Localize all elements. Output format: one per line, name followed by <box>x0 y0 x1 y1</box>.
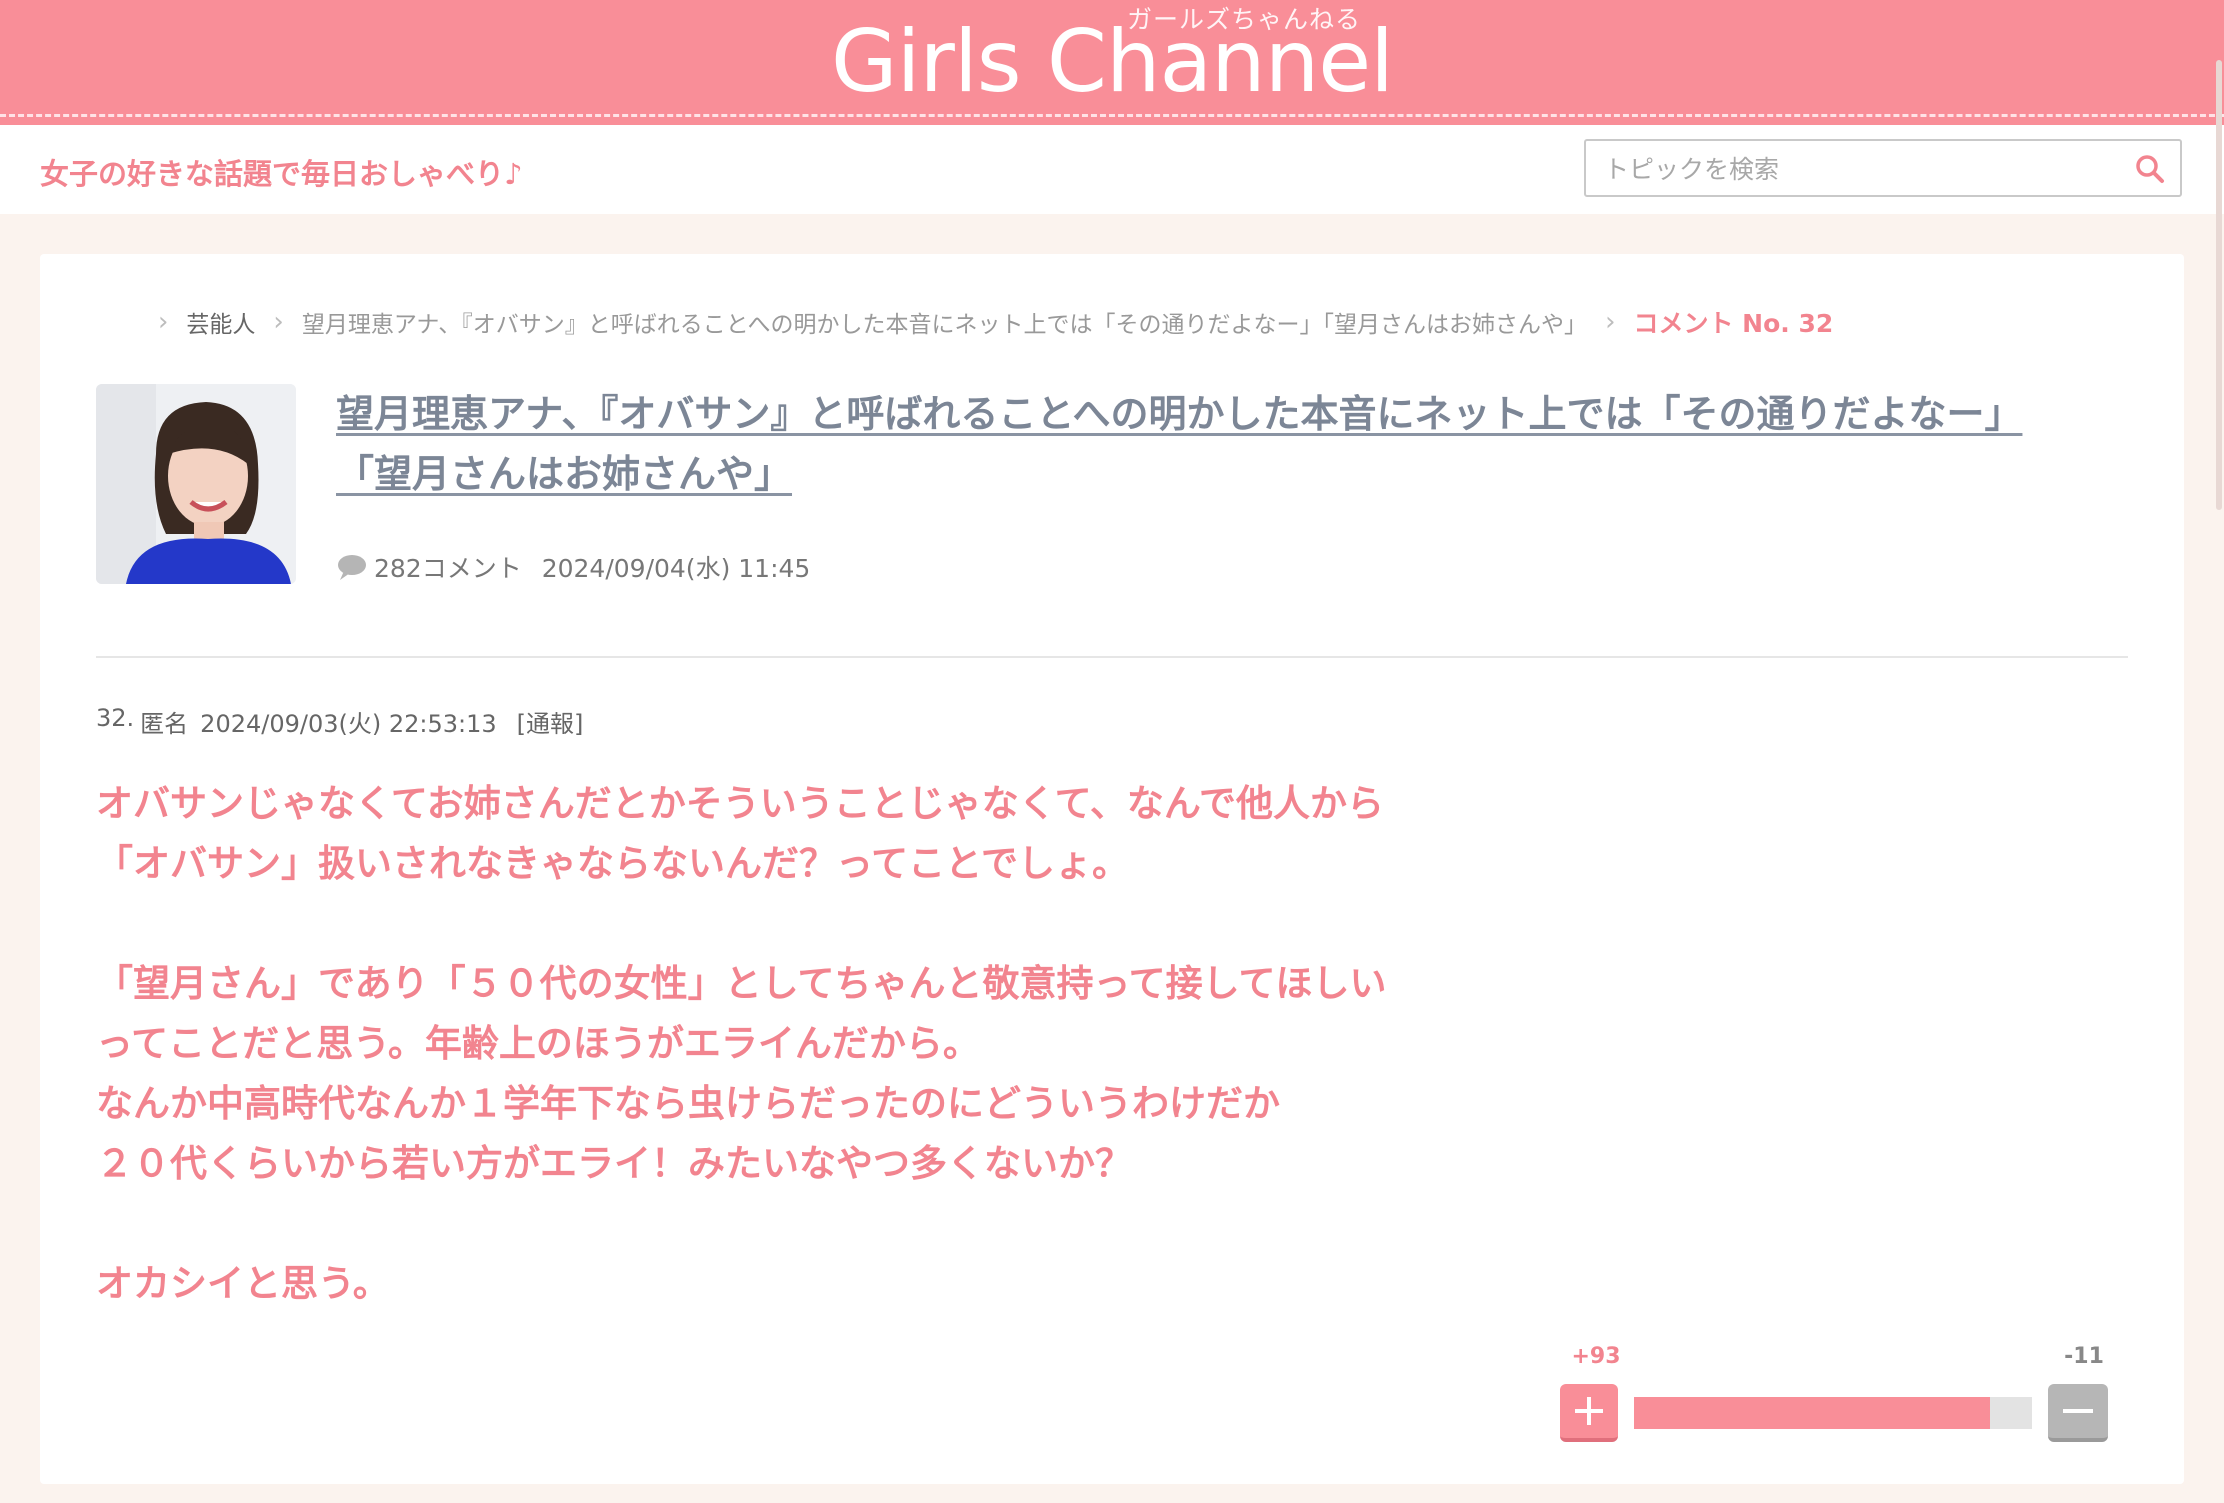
plus-vote-button[interactable] <box>1560 1384 1618 1442</box>
search-input[interactable] <box>1602 151 2106 187</box>
search-icon[interactable] <box>2134 153 2166 185</box>
topic-thumbnail-image <box>96 384 296 584</box>
scrollbar-thumb[interactable] <box>2216 60 2222 510</box>
comment-line: ってことだと思う。年齢上のほうがエライんだから。 <box>96 1022 980 1065</box>
chevron-right-icon: › <box>273 307 284 337</box>
breadcrumb: › 芸能人 › 望月理恵アナ、『オバサン』と呼ばれることへの明かした本音にネット… <box>140 302 1833 342</box>
comment-header: 32. 匿名 2024/09/03(火) 22:53:13 [通報] <box>96 704 583 739</box>
comment-author: 匿名 <box>140 710 189 738</box>
comment-datetime: 2024/09/03(火) 22:53:13 <box>200 710 497 738</box>
plus-icon <box>1575 1397 1603 1425</box>
vote-ratio-fill <box>1634 1397 1990 1429</box>
report-link[interactable]: [通報] <box>517 704 584 739</box>
topic-date: 2024/09/04(水) 11:45 <box>541 554 811 583</box>
breadcrumb-item-current: コメント No. 32 <box>1633 309 1834 338</box>
search-box <box>1584 139 2182 197</box>
sub-header-bar: 女子の好きな話題で毎日おしゃべり♪ <box>0 125 2224 214</box>
comment-line: ２０代くらいから若い方がエライ！みたいなやつ多くないか？ <box>96 1142 1132 1185</box>
scrollbar[interactable] <box>2212 0 2224 1503</box>
site-logo: Girls Channel <box>831 12 1394 112</box>
topic-title-link[interactable]: 望月理恵アナ、『オバサン』と呼ばれることへの明かした本音にネット上では「その通り… <box>336 384 2076 504</box>
topic-meta: 282コメント 2024/09/04(水) 11:45 <box>336 549 810 585</box>
comment-count: 282コメント <box>374 554 522 583</box>
divider <box>96 656 2128 658</box>
site-header: ガールズちゃんねる Girls Channel <box>0 0 2224 125</box>
comment-body: オバサンじゃなくてお姉さんだとかそういうことじゃなくて、なんで他人から 「オバサ… <box>96 774 1596 1314</box>
comment-line: オカシイと思う。 <box>96 1262 390 1305</box>
breadcrumb-item-topic[interactable]: 望月理恵アナ、『オバサン』と呼ばれることへの明かした本音にネット上では「その通り… <box>302 305 1587 339</box>
comment-line: なんか中高時代なんか１学年下なら虫けらだったのにどういうわけだか <box>96 1082 1280 1125</box>
minus-vote-count: -11 <box>2064 1344 2104 1369</box>
breadcrumb-item-category[interactable]: 芸能人 <box>186 305 255 339</box>
comment-number: 32. <box>96 704 135 732</box>
header-dashed-line <box>0 114 2224 117</box>
comment-blank-line <box>96 894 1596 954</box>
minus-vote-button[interactable] <box>2048 1384 2108 1442</box>
comment-line: 「望月さん」であり「５０代の女性」としてちゃんと敬意持って接してほしい <box>96 962 1387 1005</box>
tagline: 女子の好きな話題で毎日おしゃべり♪ <box>40 157 523 191</box>
chevron-right-icon: › <box>158 307 169 337</box>
comment-blank-line <box>96 1194 1596 1254</box>
plus-vote-count: +93 <box>1571 1344 1621 1369</box>
minus-icon <box>2063 1409 2093 1413</box>
topic-thumbnail[interactable] <box>96 384 296 584</box>
content-card: › 芸能人 › 望月理恵アナ、『オバサン』と呼ばれることへの明かした本音にネット… <box>40 254 2184 1484</box>
comment-line: オバサンじゃなくてお姉さんだとかそういうことじゃなくて、なんで他人から <box>96 782 1384 825</box>
comment-line: 「オバサン」扱いされなきゃならないんだ？ってことでしょ。 <box>96 842 1130 885</box>
vote-ratio-bar <box>1634 1397 2032 1429</box>
logo-link[interactable]: ガールズちゃんねる Girls Channel <box>0 0 2224 114</box>
chevron-right-icon: › <box>1605 307 1616 337</box>
comment-bubble-icon <box>338 555 366 580</box>
